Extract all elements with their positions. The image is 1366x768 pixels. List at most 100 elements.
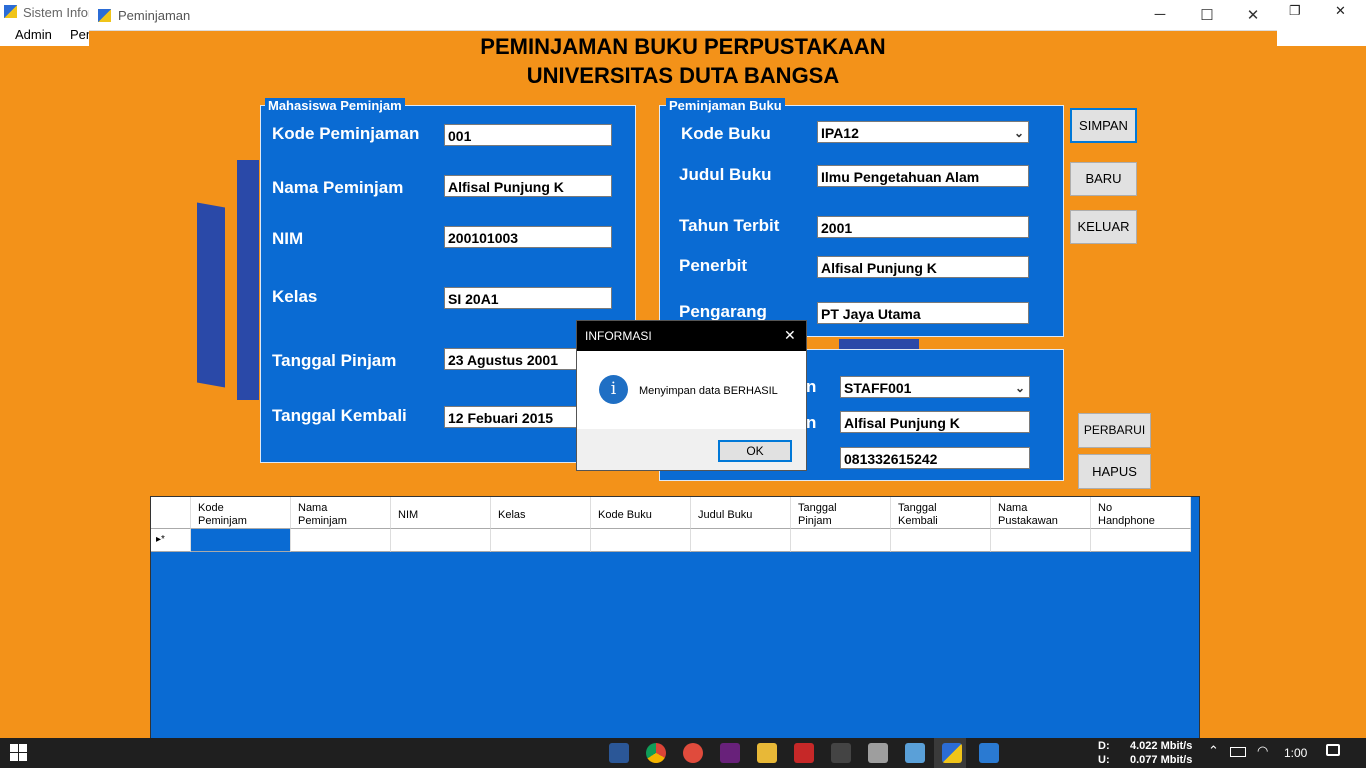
keluar-button[interactable]: KELUAR xyxy=(1070,210,1137,244)
chevron-down-icon: ⌄ xyxy=(1013,126,1024,140)
nama-peminjam-input[interactable]: Alfisal Punjung K xyxy=(444,175,612,197)
table-cell[interactable] xyxy=(591,529,691,552)
decor-shape xyxy=(237,160,259,400)
net-up-label: U: xyxy=(1098,754,1110,766)
new-row-marker: ▸* xyxy=(156,534,165,545)
column-header[interactable]: Nama Peminjam xyxy=(291,497,391,529)
net-down-value: 4.022 Mbit/s xyxy=(1130,740,1193,752)
column-header[interactable]: Kode Peminjam xyxy=(191,497,291,529)
column-header[interactable]: No Handphone xyxy=(1091,497,1191,529)
close-icon[interactable]: ✕ xyxy=(784,327,796,344)
column-header[interactable]: NIM xyxy=(391,497,491,529)
battery-icon[interactable] xyxy=(1230,747,1246,757)
nama-pustakawan-input[interactable]: Alfisal Punjung K xyxy=(840,411,1030,433)
app-window-icon[interactable] xyxy=(942,743,962,763)
pengarang-input[interactable]: PT Jaya Utama xyxy=(817,302,1029,324)
folder-icon[interactable] xyxy=(757,743,777,763)
table-cell[interactable] xyxy=(491,529,591,552)
nama-pustakawan-label: n xyxy=(806,413,817,432)
app-flag-icon[interactable] xyxy=(831,743,851,763)
column-header[interactable]: Nama Pustakawan xyxy=(991,497,1091,529)
nama-peminjam-label: Nama Peminjam xyxy=(272,178,404,197)
info-icon: i xyxy=(599,375,628,404)
table-cell[interactable] xyxy=(191,529,291,552)
group-title: Mahasiswa Peminjam xyxy=(265,98,405,113)
perbarui-button[interactable]: PERBARUI xyxy=(1078,413,1151,448)
maximize-icon[interactable]: ☐ xyxy=(1192,6,1222,24)
hapus-button[interactable]: HAPUS xyxy=(1078,454,1151,489)
column-header[interactable]: Kode Buku xyxy=(591,497,691,529)
simpan-button[interactable]: SIMPAN xyxy=(1070,108,1137,143)
table-cell[interactable] xyxy=(891,529,991,552)
chevron-down-icon: ⌄ xyxy=(1014,381,1025,395)
kode-buku-select[interactable]: IPA12 ⌄ xyxy=(817,121,1029,143)
dialog-title: INFORMASI xyxy=(585,329,652,343)
judul-buku-input[interactable]: Ilmu Pengetahuan Alam xyxy=(817,165,1029,187)
table-cell[interactable] xyxy=(391,529,491,552)
decor-shape xyxy=(839,339,919,349)
menu-admin[interactable]: Admin xyxy=(15,27,52,42)
printer-icon[interactable] xyxy=(868,743,888,763)
visual-studio-icon[interactable] xyxy=(720,743,740,763)
net-down-label: D: xyxy=(1098,740,1110,752)
word-icon[interactable] xyxy=(609,743,629,763)
wifi-icon[interactable]: ◠ xyxy=(1257,743,1268,759)
row-header[interactable]: ▸* xyxy=(151,529,191,552)
tanggal-kembali-label: Tanggal Kembali xyxy=(272,406,407,425)
clock[interactable]: 1:00 xyxy=(1284,746,1307,760)
column-header[interactable]: Tanggal Pinjam xyxy=(791,497,891,529)
table-cell[interactable] xyxy=(991,529,1091,552)
table-cell[interactable] xyxy=(291,529,391,552)
kelas-label: Kelas xyxy=(272,287,318,306)
pengarang-label: Pengarang xyxy=(679,302,767,321)
tahun-terbit-label: Tahun Terbit xyxy=(679,216,780,235)
minimize-icon[interactable]: ─ xyxy=(1145,6,1175,23)
info-dialog: INFORMASI ✕ i Menyimpan data BERHASIL OK xyxy=(576,320,807,471)
dialog-message: Menyimpan data BERHASIL xyxy=(639,385,778,397)
app-icon xyxy=(4,5,17,18)
app-monitor-icon[interactable] xyxy=(905,743,925,763)
group-title: Peminjaman Buku xyxy=(666,98,785,113)
app-red-icon[interactable] xyxy=(683,743,703,763)
windows-start-icon[interactable] xyxy=(10,744,27,761)
table-cell[interactable] xyxy=(691,529,791,552)
penerbit-label: Penerbit xyxy=(679,256,748,275)
kode-pustakawan-value: STAFF001 xyxy=(844,380,912,396)
column-header[interactable]: Kelas xyxy=(491,497,591,529)
no-handphone-input[interactable]: 081332615242 xyxy=(840,447,1030,469)
chrome-icon[interactable] xyxy=(646,743,666,763)
kode-buku-label: Kode Buku xyxy=(681,124,771,143)
row-header-corner xyxy=(151,497,191,529)
nim-input[interactable]: 200101003 xyxy=(444,226,612,248)
table-cell[interactable] xyxy=(1091,529,1191,552)
close-icon[interactable]: ✕ xyxy=(1238,6,1268,24)
column-header[interactable]: Judul Buku xyxy=(691,497,791,529)
kode-pustakawan-select[interactable]: STAFF001 ⌄ xyxy=(840,376,1030,398)
judul-buku-label: Judul Buku xyxy=(679,165,772,184)
window-titlebar: Peminjaman ─ ☐ ✕ xyxy=(89,0,1277,31)
data-grid[interactable]: Kode Peminjam Nama Peminjam NIM Kelas Kode… xyxy=(150,496,1200,768)
pustakawan-label: n xyxy=(806,377,817,396)
restore-icon[interactable]: ❐ xyxy=(1289,3,1301,19)
nim-label: NIM xyxy=(272,229,304,248)
dialog-titlebar: INFORMASI ✕ xyxy=(577,321,806,351)
column-header[interactable]: Tanggal Kembali xyxy=(891,497,991,529)
parent-title: Sistem Infor xyxy=(23,5,93,20)
window-title: Peminjaman xyxy=(118,8,191,23)
ok-button[interactable]: OK xyxy=(718,440,792,462)
penerbit-input[interactable]: Alfisal Punjung K xyxy=(817,256,1029,278)
table-cell[interactable] xyxy=(791,529,891,552)
pdf-icon[interactable] xyxy=(794,743,814,763)
chevron-up-icon[interactable]: ⌃ xyxy=(1208,743,1219,759)
tahun-terbit-input[interactable]: 2001 xyxy=(817,216,1029,238)
kode-peminjaman-input[interactable]: 001 xyxy=(444,124,612,146)
kelas-input[interactable]: SI 20A1 xyxy=(444,287,612,309)
tanggal-pinjam-label: Tanggal Pinjam xyxy=(272,351,397,370)
notification-icon[interactable] xyxy=(1326,744,1340,756)
page-title-line1: PEMINJAMAN BUKU PERPUSTAKAAN xyxy=(480,34,886,59)
kode-buku-value: IPA12 xyxy=(821,125,859,141)
decor-shape xyxy=(197,202,225,388)
close-icon[interactable]: ✕ xyxy=(1335,3,1346,19)
photos-icon[interactable] xyxy=(979,743,999,763)
baru-button[interactable]: BARU xyxy=(1070,162,1137,196)
